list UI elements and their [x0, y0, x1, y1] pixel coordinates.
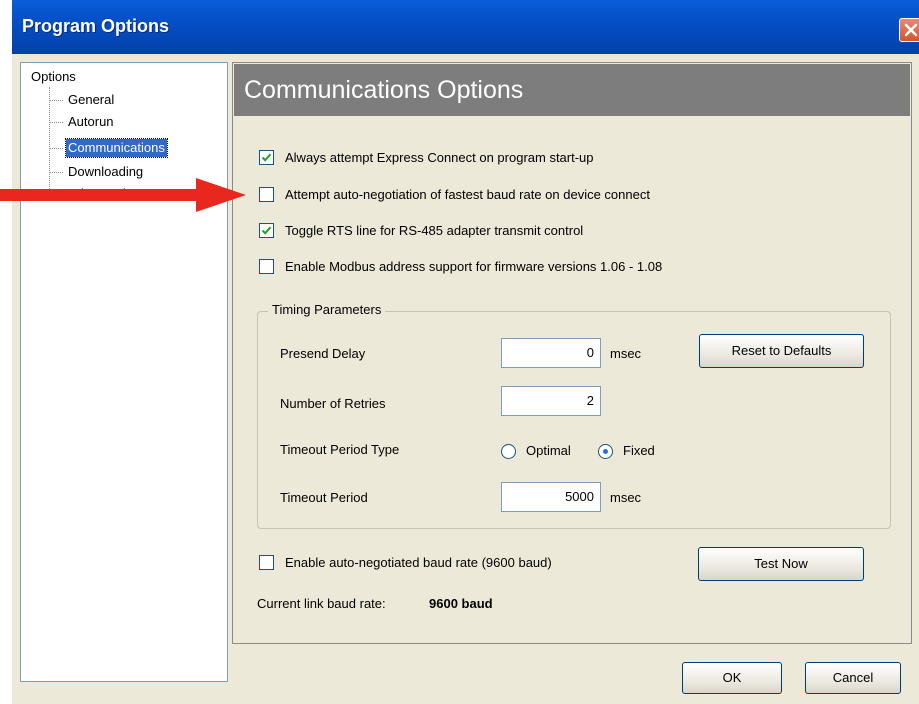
red-arrow-annotation [0, 178, 246, 212]
tree-branch [49, 172, 63, 173]
optimal-label: Optimal [526, 443, 571, 458]
timeout-type-label: Timeout Period Type [280, 442, 400, 457]
express-connect-label: Always attempt Express Connect on progra… [285, 150, 594, 165]
program-options-dialog: Program Options Options General Autorun … [12, 0, 919, 704]
tree-item-label: Communications [65, 138, 168, 158]
panel-header: Communications Options [234, 64, 910, 116]
fixed-radio[interactable] [598, 444, 613, 459]
tree-branch [49, 122, 63, 123]
close-icon [904, 23, 918, 37]
presend-delay-label: Presend Delay [280, 346, 366, 361]
rts-toggle-checkbox[interactable] [259, 223, 274, 238]
group-title: Timing Parameters [268, 302, 386, 317]
tree-branch [49, 148, 63, 149]
ok-button[interactable]: OK [682, 662, 782, 694]
presend-delay-input[interactable]: 0 [501, 338, 601, 368]
auto-baud-checkbox[interactable] [259, 555, 274, 570]
timeout-period-label: Timeout Period [280, 490, 368, 505]
reset-defaults-button[interactable]: Reset to Defaults [699, 334, 864, 368]
optimal-radio[interactable] [501, 444, 516, 459]
options-tree[interactable]: Options General Autorun Communications D… [20, 62, 228, 682]
modbus-label: Enable Modbus address support for firmwa… [285, 259, 663, 274]
current-rate-value: 9600 baud [429, 596, 493, 611]
cancel-button[interactable]: Cancel [805, 662, 901, 694]
window-title: Program Options [22, 16, 170, 36]
checkmark-icon [261, 226, 272, 235]
auto-baud-label: Enable auto-negotiated baud rate (9600 b… [285, 555, 552, 570]
test-now-button[interactable]: Test Now [698, 547, 864, 581]
fixed-label: Fixed [623, 443, 655, 458]
auto-negotiation-checkbox[interactable] [259, 187, 274, 202]
checkmark-icon [261, 153, 272, 162]
modbus-checkbox[interactable] [259, 259, 274, 274]
radio-selected-dot [603, 449, 608, 454]
tree-branch [49, 100, 63, 101]
title-bar[interactable]: Program Options [12, 0, 919, 54]
timeout-period-input[interactable]: 5000 [501, 482, 601, 512]
timeout-unit: msec [610, 490, 642, 505]
express-connect-checkbox[interactable] [259, 150, 274, 165]
rts-toggle-label: Toggle RTS line for RS-485 adapter trans… [285, 223, 584, 238]
tree-root-options[interactable]: Options [31, 69, 76, 84]
presend-unit: msec [610, 346, 642, 361]
tree-item-label: Autorun [68, 114, 114, 129]
communications-panel: Communications Options Always attempt Ex… [232, 62, 912, 644]
close-button[interactable] [899, 18, 919, 42]
retries-label: Number of Retries [280, 396, 386, 411]
current-rate-label: Current link baud rate: [257, 596, 386, 611]
tree-item-label: General [68, 92, 115, 107]
auto-negotiation-label: Attempt auto-negotiation of fastest baud… [285, 187, 650, 202]
retries-input[interactable]: 2 [501, 386, 601, 416]
timing-parameters-group: Timing Parameters Presend Delay 0 msec R… [257, 302, 891, 529]
